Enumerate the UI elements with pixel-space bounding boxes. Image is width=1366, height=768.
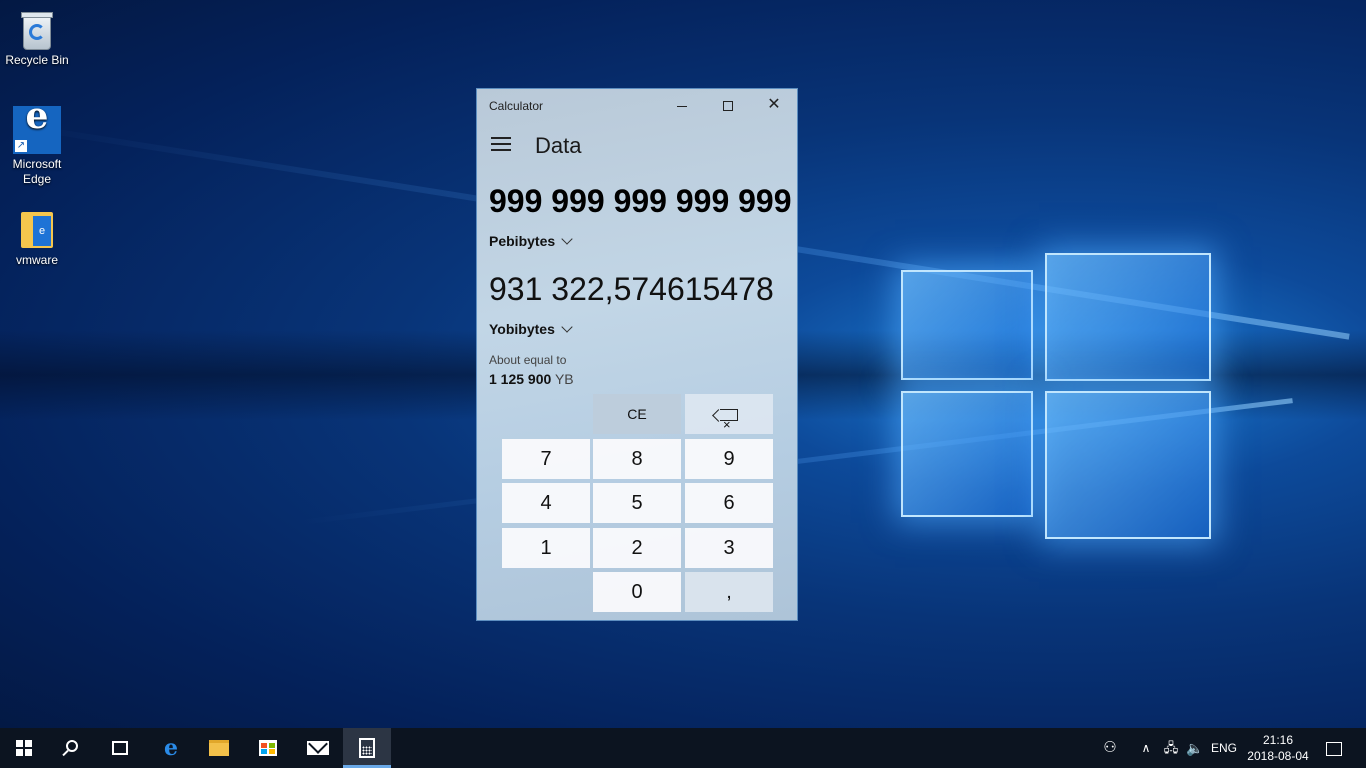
- digit-7-button[interactable]: 7: [502, 439, 590, 479]
- start-button[interactable]: [0, 728, 48, 768]
- maximize-button[interactable]: [705, 89, 751, 121]
- about-value-number: 1 125 900: [489, 371, 552, 387]
- action-center-button[interactable]: [1320, 728, 1348, 768]
- digit-4-button[interactable]: 4: [502, 483, 590, 523]
- mail-icon: [307, 740, 329, 755]
- digit-1-button[interactable]: 1: [502, 528, 590, 568]
- minimize-button[interactable]: [659, 89, 705, 121]
- clock[interactable]: 21:16 2018-08-04: [1238, 732, 1318, 764]
- ce-button[interactable]: CE: [593, 394, 681, 434]
- network-icon[interactable]: 🖧: [1160, 728, 1182, 768]
- taskbar-file-explorer-button[interactable]: [195, 728, 243, 768]
- taskbar-edge-button[interactable]: e: [147, 728, 195, 768]
- backspace-icon: [720, 405, 738, 445]
- digit-5-button[interactable]: 5: [593, 483, 681, 523]
- search-button[interactable]: [48, 728, 96, 768]
- to-unit-label: Yobibytes: [489, 321, 555, 337]
- minimize-icon: [677, 105, 687, 107]
- chevron-down-icon: [561, 321, 573, 333]
- file-explorer-icon: [209, 739, 229, 756]
- about-value-unit: YB: [554, 371, 574, 387]
- calculator-window[interactable]: Calculator ✕ Data 999 999 999 999 999 Pe…: [476, 88, 798, 621]
- digit-3-button[interactable]: 3: [685, 528, 773, 568]
- digit-9-button[interactable]: 9: [685, 439, 773, 479]
- digit-0-button[interactable]: 0: [593, 572, 681, 612]
- backspace-button[interactable]: [685, 394, 773, 445]
- volume-icon[interactable]: 🔈: [1184, 728, 1206, 768]
- desktop-icon-vmware[interactable]: e vmware: [0, 208, 74, 268]
- desktop-icon-label: Recycle Bin: [5, 53, 69, 67]
- to-unit-dropdown[interactable]: Yobibytes: [489, 321, 573, 337]
- edge-icon: e: [164, 734, 178, 761]
- from-unit-dropdown[interactable]: Pebibytes: [489, 233, 573, 249]
- chevron-up-icon[interactable]: ∧: [1136, 728, 1156, 768]
- output-value[interactable]: 931 322,574615478: [489, 271, 774, 308]
- people-icon[interactable]: ⚇: [1098, 728, 1122, 768]
- about-equal-value: 1 125 900 YB: [489, 371, 574, 387]
- desktop-icon-label: vmware: [15, 253, 58, 267]
- notification-icon: [1326, 741, 1342, 756]
- task-view-icon: [112, 740, 128, 755]
- close-button[interactable]: ✕: [751, 89, 797, 121]
- taskbar-mail-button[interactable]: [294, 728, 342, 768]
- mode-title: Data: [535, 133, 582, 158]
- taskbar-store-button[interactable]: [244, 728, 292, 768]
- desktop-icon-microsoft-edge[interactable]: e ↗ Microsoft Edge: [0, 98, 74, 187]
- input-value[interactable]: 999 999 999 999 999: [489, 183, 792, 220]
- windows-start-icon: [16, 739, 32, 756]
- desktop-icon-recycle-bin[interactable]: Recycle Bin: [0, 10, 74, 68]
- decimal-separator-button[interactable]: ,: [685, 572, 773, 612]
- window-title: Calculator: [489, 99, 544, 113]
- clock-date: 2018-08-04: [1247, 749, 1309, 763]
- title-bar[interactable]: Calculator ✕: [477, 89, 797, 121]
- search-icon: [66, 739, 78, 752]
- digit-6-button[interactable]: 6: [685, 483, 773, 523]
- hamburger-menu-icon[interactable]: [491, 137, 511, 151]
- maximize-icon: [723, 101, 733, 112]
- desktop-icon-label: Microsoft Edge: [12, 157, 62, 186]
- digit-8-button[interactable]: 8: [593, 439, 681, 479]
- clock-time: 21:16: [1262, 733, 1294, 747]
- store-icon: [259, 739, 277, 756]
- taskbar-calculator-button[interactable]: [343, 728, 391, 768]
- calc-header: Data: [477, 129, 797, 161]
- taskbar: e ⚇ ∧ 🖧 🔈 ENG 21:16 2018-08-04: [0, 728, 1366, 768]
- about-equal-label: About equal to: [489, 353, 567, 367]
- from-unit-label: Pebibytes: [489, 233, 556, 249]
- recycle-bin-icon: [19, 10, 55, 50]
- folder-icon: e: [19, 208, 55, 250]
- calculator-icon: [359, 737, 375, 758]
- close-icon: ✕: [767, 96, 781, 113]
- digit-2-button[interactable]: 2: [593, 528, 681, 568]
- task-view-button[interactable]: [96, 728, 144, 768]
- language-indicator[interactable]: ENG: [1208, 728, 1240, 768]
- edge-icon: e ↗: [13, 98, 61, 154]
- wallpaper-windows-logo: [895, 225, 1225, 555]
- chevron-down-icon: [561, 233, 573, 245]
